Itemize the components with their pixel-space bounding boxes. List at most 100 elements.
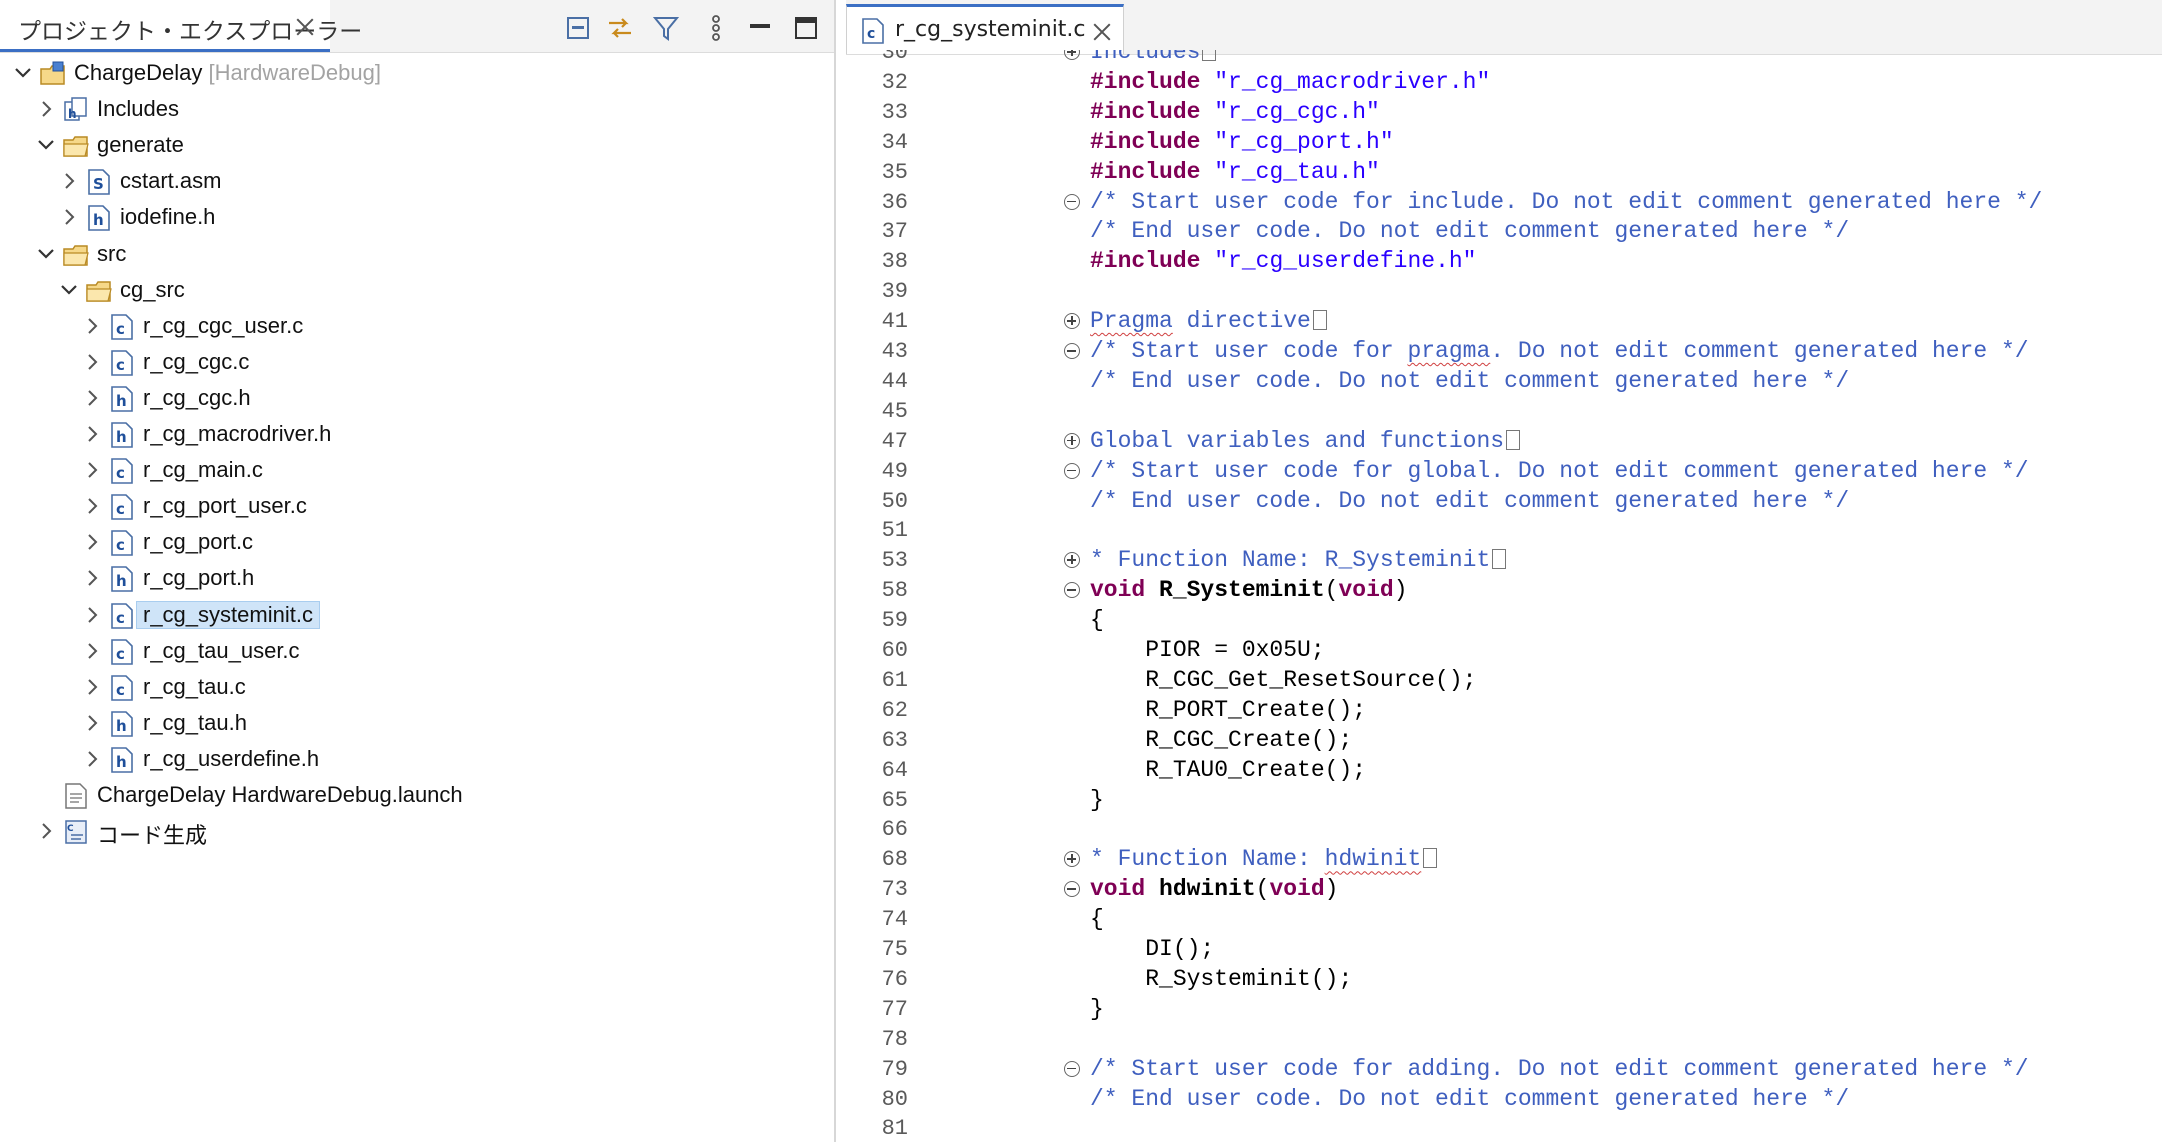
- chevron-right-icon[interactable]: [81, 387, 103, 409]
- collapse-fold-icon[interactable]: [1064, 193, 1080, 210]
- code-line[interactable]: 80 /* End user code. Do not edit comment …: [846, 1085, 2162, 1115]
- folded-region-marker[interactable]: [1492, 549, 1507, 570]
- code-area[interactable]: 30 Includes 32 #include "r_cg_macrodriver.h…: [846, 50, 2162, 1142]
- code-line[interactable]: 35 #include "r_cg_tau.h": [846, 158, 2162, 188]
- maximize-icon[interactable]: [792, 14, 820, 42]
- tree-item[interactable]: C コード生成: [0, 814, 834, 850]
- project-explorer-tab[interactable]: プロジェクト・エクスプローラー: [0, 0, 362, 52]
- code-line[interactable]: 77}: [846, 995, 2162, 1025]
- link-editor-icon[interactable]: [606, 14, 634, 42]
- chevron-right-icon[interactable]: [81, 531, 103, 553]
- chevron-right-icon[interactable]: [81, 351, 103, 373]
- chevron-right-icon[interactable]: [81, 676, 103, 698]
- tree-item[interactable]: generate: [0, 128, 834, 164]
- chevron-right-icon[interactable]: [81, 604, 103, 626]
- tree-item[interactable]: c r_cg_main.c: [0, 453, 834, 489]
- code-line[interactable]: 39: [846, 277, 2162, 307]
- tree-item[interactable]: h r_cg_userdefine.h: [0, 742, 834, 778]
- code-line[interactable]: 51: [846, 516, 2162, 546]
- code-line[interactable]: 30 Includes: [846, 50, 2162, 68]
- view-menu-icon[interactable]: [702, 14, 730, 42]
- expand-fold-icon[interactable]: [1064, 552, 1080, 569]
- tree-item[interactable]: h r_cg_tau.h: [0, 706, 834, 742]
- tree-item[interactable]: src: [0, 237, 834, 273]
- code-line[interactable]: 60 PIOR = 0x05U;: [846, 636, 2162, 666]
- folded-region-marker[interactable]: [1423, 848, 1438, 869]
- code-line[interactable]: 58 void R_Systeminit(void): [846, 576, 2162, 606]
- close-icon[interactable]: [294, 16, 316, 38]
- code-line[interactable]: 79 /* Start user code for adding. Do not …: [846, 1055, 2162, 1085]
- code-line[interactable]: 66: [846, 815, 2162, 845]
- code-line[interactable]: 59 {: [846, 606, 2162, 636]
- code-line[interactable]: 73 void hdwinit(void): [846, 875, 2162, 905]
- collapse-fold-icon[interactable]: [1064, 582, 1080, 599]
- chevron-right-icon[interactable]: [81, 423, 103, 445]
- code-line[interactable]: 50 /* End user code. Do not edit comment …: [846, 487, 2162, 517]
- code-line[interactable]: 63 R_CGC_Create();: [846, 726, 2162, 756]
- chevron-right-icon[interactable]: [58, 170, 80, 192]
- chevron-right-icon[interactable]: [81, 640, 103, 662]
- chevron-down-icon[interactable]: [35, 134, 57, 156]
- expand-fold-icon[interactable]: [1064, 313, 1080, 330]
- chevron-right-icon[interactable]: [81, 459, 103, 481]
- code-line[interactable]: 64 R_TAU0_Create();: [846, 756, 2162, 786]
- tree-item[interactable]: Scstart.asm: [0, 164, 834, 200]
- folded-region-marker[interactable]: [1312, 310, 1327, 331]
- folded-region-marker[interactable]: [1506, 429, 1521, 450]
- chevron-right-icon[interactable]: [35, 820, 57, 842]
- filter-icon[interactable]: [652, 14, 680, 42]
- chevron-right-icon[interactable]: [81, 495, 103, 517]
- collapse-fold-icon[interactable]: [1064, 343, 1080, 359]
- code-line[interactable]: 33 #include "r_cg_cgc.h": [846, 98, 2162, 128]
- code-line[interactable]: 68 * Function Name: hdwinit: [846, 845, 2162, 875]
- chevron-right-icon[interactable]: [81, 567, 103, 589]
- code-line[interactable]: 76 R_Systeminit();: [846, 965, 2162, 995]
- folded-region-marker[interactable]: [1202, 50, 1217, 61]
- tree-item[interactable]: h r_cg_cgc.h: [0, 381, 834, 417]
- code-line[interactable]: 44 /* End user code. Do not edit comment …: [846, 367, 2162, 397]
- chevron-right-icon[interactable]: [35, 98, 57, 120]
- chevron-right-icon[interactable]: [81, 712, 103, 734]
- expand-fold-icon[interactable]: [1064, 50, 1080, 60]
- editor-tab-systeminit[interactable]: c r_cg_systeminit.c: [846, 4, 1124, 54]
- tree-item[interactable]: c r_cg_port_user.c: [0, 489, 834, 525]
- tree-item[interactable]: c r_cg_systeminit.c: [0, 598, 834, 634]
- tree-item[interactable]: c r_cg_port.c: [0, 525, 834, 561]
- code-line[interactable]: 38 #include "r_cg_userdefine.h": [846, 247, 2162, 277]
- code-line[interactable]: 34 #include "r_cg_port.h": [846, 128, 2162, 158]
- code-line[interactable]: 36 /* Start user code for include. Do not…: [846, 188, 2162, 218]
- tree-item[interactable]: c r_cg_tau.c: [0, 670, 834, 706]
- code-line[interactable]: 81: [846, 1114, 2162, 1142]
- tree-item[interactable]: c r_cg_cgc.c: [0, 345, 834, 381]
- expand-fold-icon[interactable]: [1064, 432, 1080, 449]
- chevron-right-icon[interactable]: [81, 748, 103, 770]
- code-line[interactable]: 78: [846, 1025, 2162, 1055]
- code-line[interactable]: 43 /* Start user code for pragma. Do not …: [846, 337, 2162, 367]
- code-line[interactable]: 62 R_PORT_Create();: [846, 696, 2162, 726]
- tree-item[interactable]: h iodefine.h: [0, 200, 834, 236]
- code-line[interactable]: 45: [846, 397, 2162, 427]
- code-line[interactable]: 61 R_CGC_Get_ResetSource();: [846, 666, 2162, 696]
- code-line[interactable]: 37 /* End user code. Do not edit comment …: [846, 217, 2162, 247]
- tree-item[interactable]: c r_cg_cgc_user.c: [0, 309, 834, 345]
- tree-item[interactable]: cg_src: [0, 273, 834, 309]
- collapse-fold-icon[interactable]: [1064, 1060, 1080, 1077]
- chevron-right-icon[interactable]: [81, 315, 103, 337]
- close-icon[interactable]: [1091, 21, 1113, 43]
- tree-item[interactable]: ChargeDelay HardwareDebug.launch: [0, 778, 834, 814]
- tree-item[interactable]: h Includes: [0, 92, 834, 128]
- code-line[interactable]: 49 /* Start user code for global. Do not …: [846, 457, 2162, 487]
- code-line[interactable]: 65}: [846, 786, 2162, 816]
- tree-item[interactable]: ChargeDelay [HardwareDebug]: [0, 56, 834, 92]
- code-line[interactable]: 41 Pragma directive: [846, 307, 2162, 337]
- collapse-fold-icon[interactable]: [1064, 881, 1080, 898]
- code-line[interactable]: 32 #include "r_cg_macrodriver.h": [846, 68, 2162, 98]
- collapse-all-icon[interactable]: [564, 14, 592, 42]
- chevron-down-icon[interactable]: [58, 279, 80, 301]
- minimize-icon[interactable]: [746, 14, 774, 42]
- tree-item[interactable]: h r_cg_macrodriver.h: [0, 417, 834, 453]
- tree-item[interactable]: c r_cg_tau_user.c: [0, 634, 834, 670]
- collapse-fold-icon[interactable]: [1064, 462, 1080, 479]
- chevron-right-icon[interactable]: [58, 206, 80, 228]
- expand-fold-icon[interactable]: [1064, 851, 1080, 868]
